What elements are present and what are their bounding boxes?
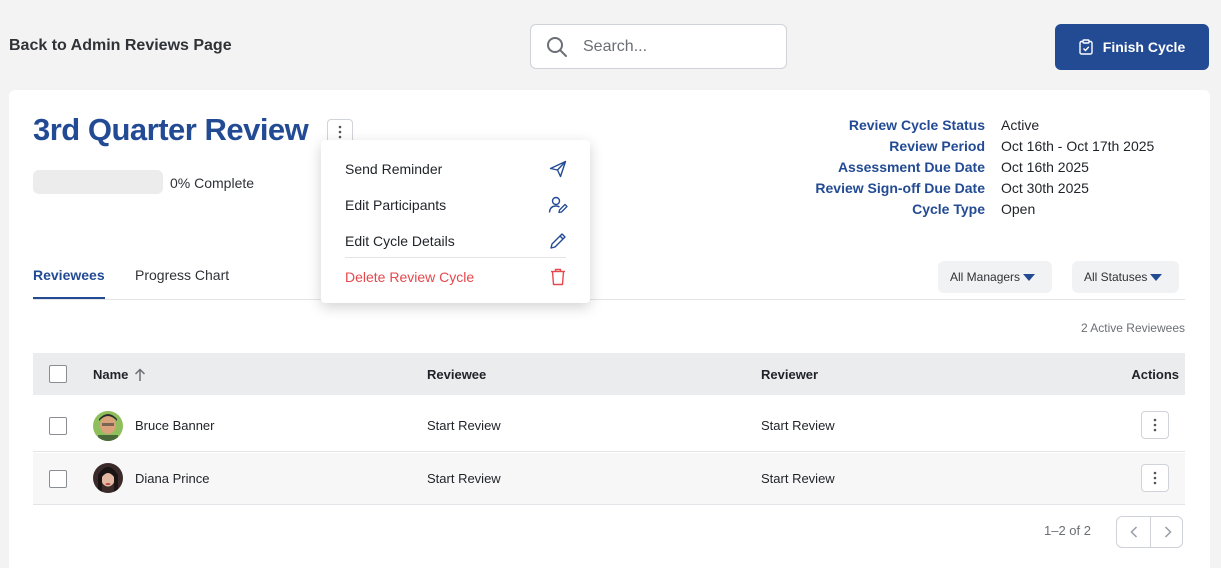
reviewer-column-header: Reviewer — [761, 367, 819, 382]
meta-label-cycle-type: Cycle Type — [912, 201, 985, 217]
page-title: 3rd Quarter Review — [33, 112, 309, 147]
caret-down-icon — [1150, 273, 1163, 281]
menu-item-send-reminder[interactable]: Send Reminder — [321, 151, 590, 187]
active-tab-indicator — [33, 297, 105, 299]
previous-page-button[interactable] — [1117, 517, 1150, 547]
meta-value-assessment-due: Oct 16th 2025 — [1001, 159, 1089, 175]
progress-label: 0% Complete — [170, 175, 255, 191]
managers-filter[interactable]: All Managers — [938, 261, 1052, 293]
user-edit-icon — [548, 196, 568, 214]
statuses-filter-label: All Statuses — [1084, 270, 1148, 284]
paper-plane-icon — [549, 160, 567, 178]
tabs-divider — [33, 299, 1185, 300]
back-to-admin-link[interactable]: Back to Admin Reviews Page — [9, 37, 232, 55]
meta-value-status: Active — [1001, 117, 1040, 133]
row-checkbox[interactable] — [49, 470, 67, 488]
vertical-dots-icon — [1153, 471, 1157, 485]
statuses-filter[interactable]: All Statuses — [1072, 261, 1179, 293]
tab-reviewees[interactable]: Reviewees — [33, 267, 105, 283]
caret-down-icon — [1023, 273, 1036, 281]
next-page-button[interactable] — [1151, 517, 1184, 547]
reviewer-status[interactable]: Start Review — [761, 418, 835, 433]
row-actions-button[interactable] — [1141, 411, 1169, 439]
send-reminder-label: Send Reminder — [345, 161, 443, 177]
review-options-menu: Send Reminder Edit Participants Edit Cyc… — [321, 140, 590, 303]
finish-cycle-label: Finish Cycle — [1102, 39, 1186, 55]
search-input[interactable] — [583, 35, 773, 59]
meta-value-cycle-type: Open — [1001, 201, 1036, 217]
progress-bar — [33, 170, 163, 194]
arrow-up-icon — [135, 367, 146, 381]
menu-divider — [345, 257, 566, 258]
managers-filter-label: All Managers — [950, 270, 1021, 284]
meta-label-status: Review Cycle Status — [848, 117, 985, 133]
name-header-label: Name — [93, 367, 129, 382]
reviewer-status[interactable]: Start Review — [761, 471, 835, 486]
row-checkbox[interactable] — [49, 417, 67, 435]
table-header: Name Reviewee Reviewer Actions — [33, 353, 1185, 395]
reviewee-status[interactable]: Start Review — [427, 471, 501, 486]
menu-item-edit-cycle-details[interactable]: Edit Cycle Details — [321, 223, 590, 259]
delete-review-cycle-label: Delete Review Cycle — [345, 269, 475, 285]
pagination-controls — [1116, 516, 1183, 548]
chevron-left-icon — [1129, 526, 1137, 538]
edit-participants-label: Edit Participants — [345, 197, 447, 213]
menu-item-edit-participants[interactable]: Edit Participants — [321, 187, 590, 223]
chevron-right-icon — [1164, 526, 1172, 538]
name-column-header[interactable]: Name — [93, 367, 146, 382]
finish-cycle-button[interactable]: Finish Cycle — [1055, 24, 1209, 70]
search-box[interactable] — [530, 24, 787, 69]
reviewee-name: Diana Prince — [135, 471, 210, 486]
clipboard-check-icon — [1079, 39, 1093, 55]
avatar — [93, 411, 123, 441]
active-reviewees-count: 2 Active Reviewees — [1080, 321, 1185, 335]
reviewee-column-header: Reviewee — [427, 367, 487, 382]
search-icon — [547, 37, 567, 57]
row-actions-button[interactable] — [1141, 464, 1169, 492]
meta-label-signoff-due: Review Sign-off Due Date — [815, 180, 985, 196]
vertical-dots-icon — [1153, 418, 1157, 432]
meta-value-period: Oct 16th - Oct 17th 2025 — [1001, 138, 1155, 154]
pencil-icon — [550, 233, 566, 249]
menu-item-delete-review-cycle[interactable]: Delete Review Cycle — [321, 259, 590, 295]
meta-label-period: Review Period — [889, 138, 985, 154]
trash-icon — [551, 268, 565, 286]
edit-cycle-details-label: Edit Cycle Details — [345, 233, 455, 249]
reviewee-name: Bruce Banner — [135, 418, 215, 433]
meta-value-signoff-due: Oct 30th 2025 — [1001, 180, 1089, 196]
tab-progress-chart[interactable]: Progress Chart — [135, 267, 229, 283]
avatar — [93, 463, 123, 493]
select-all-checkbox[interactable] — [49, 365, 67, 383]
reviewee-status[interactable]: Start Review — [427, 418, 501, 433]
table-row: Diana Prince Start Review Start Review — [33, 453, 1185, 505]
actions-column-header: Actions — [1131, 367, 1179, 382]
meta-label-assessment-due: Assessment Due Date — [837, 159, 985, 175]
top-bar: Back to Admin Reviews Page Finish Cycle — [0, 0, 1221, 90]
pagination-label: 1–2 of 2 — [1044, 523, 1091, 538]
table-row: Bruce Banner Start Review Start Review — [33, 400, 1185, 452]
vertical-dots-icon — [338, 125, 342, 139]
